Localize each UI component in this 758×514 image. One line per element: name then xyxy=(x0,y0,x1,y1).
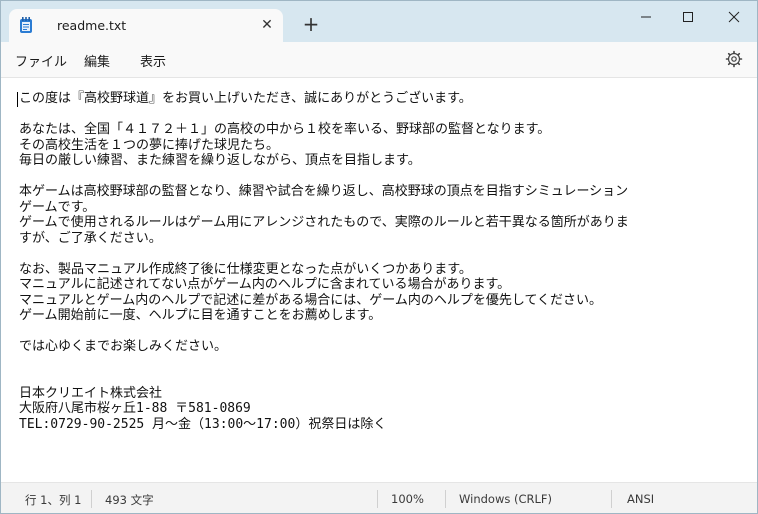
menu-edit[interactable]: 編集 xyxy=(84,51,110,70)
text-line: TEL:0729-90-2525 月～金（13:00～17:00）祝祭日は除く xyxy=(19,416,387,432)
text-line xyxy=(19,169,749,185)
new-tab-button[interactable]: + xyxy=(299,13,323,37)
document-text[interactable]: この度は『高校野球道』をお買い上げいただき、誠にありがとうございます。あなたは、… xyxy=(19,91,749,432)
close-icon xyxy=(728,11,740,23)
notepad-icon xyxy=(20,17,32,33)
text-line: では心ゆくまでお楽しみください。 xyxy=(19,339,228,354)
menu-file[interactable]: ファイル xyxy=(15,51,67,70)
maximize-button[interactable] xyxy=(667,1,709,33)
menu-view[interactable]: 表示 xyxy=(140,51,166,70)
text-line xyxy=(19,355,749,371)
close-tab-icon[interactable]: ✕ xyxy=(257,15,277,35)
notepad-window: readme.txt ✕ + ファイル 編集 表示 この度は『高校野球道』をお買… xyxy=(0,0,758,514)
title-bar: readme.txt ✕ + xyxy=(1,1,757,42)
maximize-icon xyxy=(683,12,693,22)
text-editor[interactable]: この度は『高校野球道』をお買い上げいただき、誠にありがとうございます。あなたは、… xyxy=(1,78,757,482)
text-line xyxy=(19,107,749,123)
text-line xyxy=(19,370,749,386)
status-divider xyxy=(611,490,612,508)
encoding[interactable]: ANSI xyxy=(627,492,654,506)
status-divider xyxy=(377,490,378,508)
menu-bar: ファイル 編集 表示 xyxy=(1,42,757,78)
char-count: 493 文字 xyxy=(105,493,154,507)
text-line: ゲームで使用されるルールはゲーム用にアレンジされたもので、実際のルールと若干異な… xyxy=(19,215,629,230)
text-line: 本ゲームは高校野球部の監督となり、練習や試合を繰り返し、高校野球の頂点を目指すシ… xyxy=(19,184,629,199)
status-bar: 行 1、列 1 493 文字 100% Windows (CRLF) ANSI xyxy=(1,482,757,513)
cursor-position: 行 1、列 1 xyxy=(25,493,82,507)
tab-title: readme.txt xyxy=(57,18,127,33)
text-line: 毎日の厳しい練習、また練習を繰り返しながら、頂点を目指します。 xyxy=(19,153,421,168)
text-line: すが、ご了承ください。 xyxy=(19,230,162,246)
close-window-button[interactable] xyxy=(713,1,755,33)
text-line xyxy=(19,246,749,262)
text-line: あなたは、全国「４１７２＋１」の高校の中から１校を率いる、野球部の監督となります… xyxy=(19,122,551,137)
text-line: 日本クリエイト株式会社 xyxy=(19,385,163,401)
text-line: 大阪府八尾市桜ヶ丘1-88 〒581-0869 xyxy=(19,401,251,416)
status-divider xyxy=(445,490,446,508)
text-line: マニュアルとゲーム内のヘルプで記述に差がある場合には、ゲーム内のヘルプを優先して… xyxy=(19,292,603,308)
text-line xyxy=(19,324,749,340)
text-line: マニュアルに記述されてない点がゲーム内のヘルプに含まれている場合があります。 xyxy=(19,277,511,292)
text-caret xyxy=(17,92,18,107)
text-line: その高校生活を１つの夢に捧げた球児たち。 xyxy=(19,137,280,153)
status-divider xyxy=(91,490,92,508)
text-line: ゲーム開始前に一度、ヘルプに目を通すことをお薦めします。 xyxy=(19,308,382,323)
zoom-level[interactable]: 100% xyxy=(391,492,424,506)
settings-gear-icon[interactable] xyxy=(725,50,743,68)
minimize-button[interactable] xyxy=(625,1,667,33)
text-line: なお、製品マニュアル作成終了後に仕様変更となった点がいくつかあります。 xyxy=(19,261,472,277)
tab-readme[interactable]: readme.txt ✕ xyxy=(9,9,283,42)
text-line: ゲームです。 xyxy=(19,199,96,215)
minimize-icon xyxy=(641,16,651,18)
line-ending[interactable]: Windows (CRLF) xyxy=(459,492,552,506)
text-line: この度は『高校野球道』をお買い上げいただき、誠にありがとうございます。 xyxy=(19,91,472,106)
